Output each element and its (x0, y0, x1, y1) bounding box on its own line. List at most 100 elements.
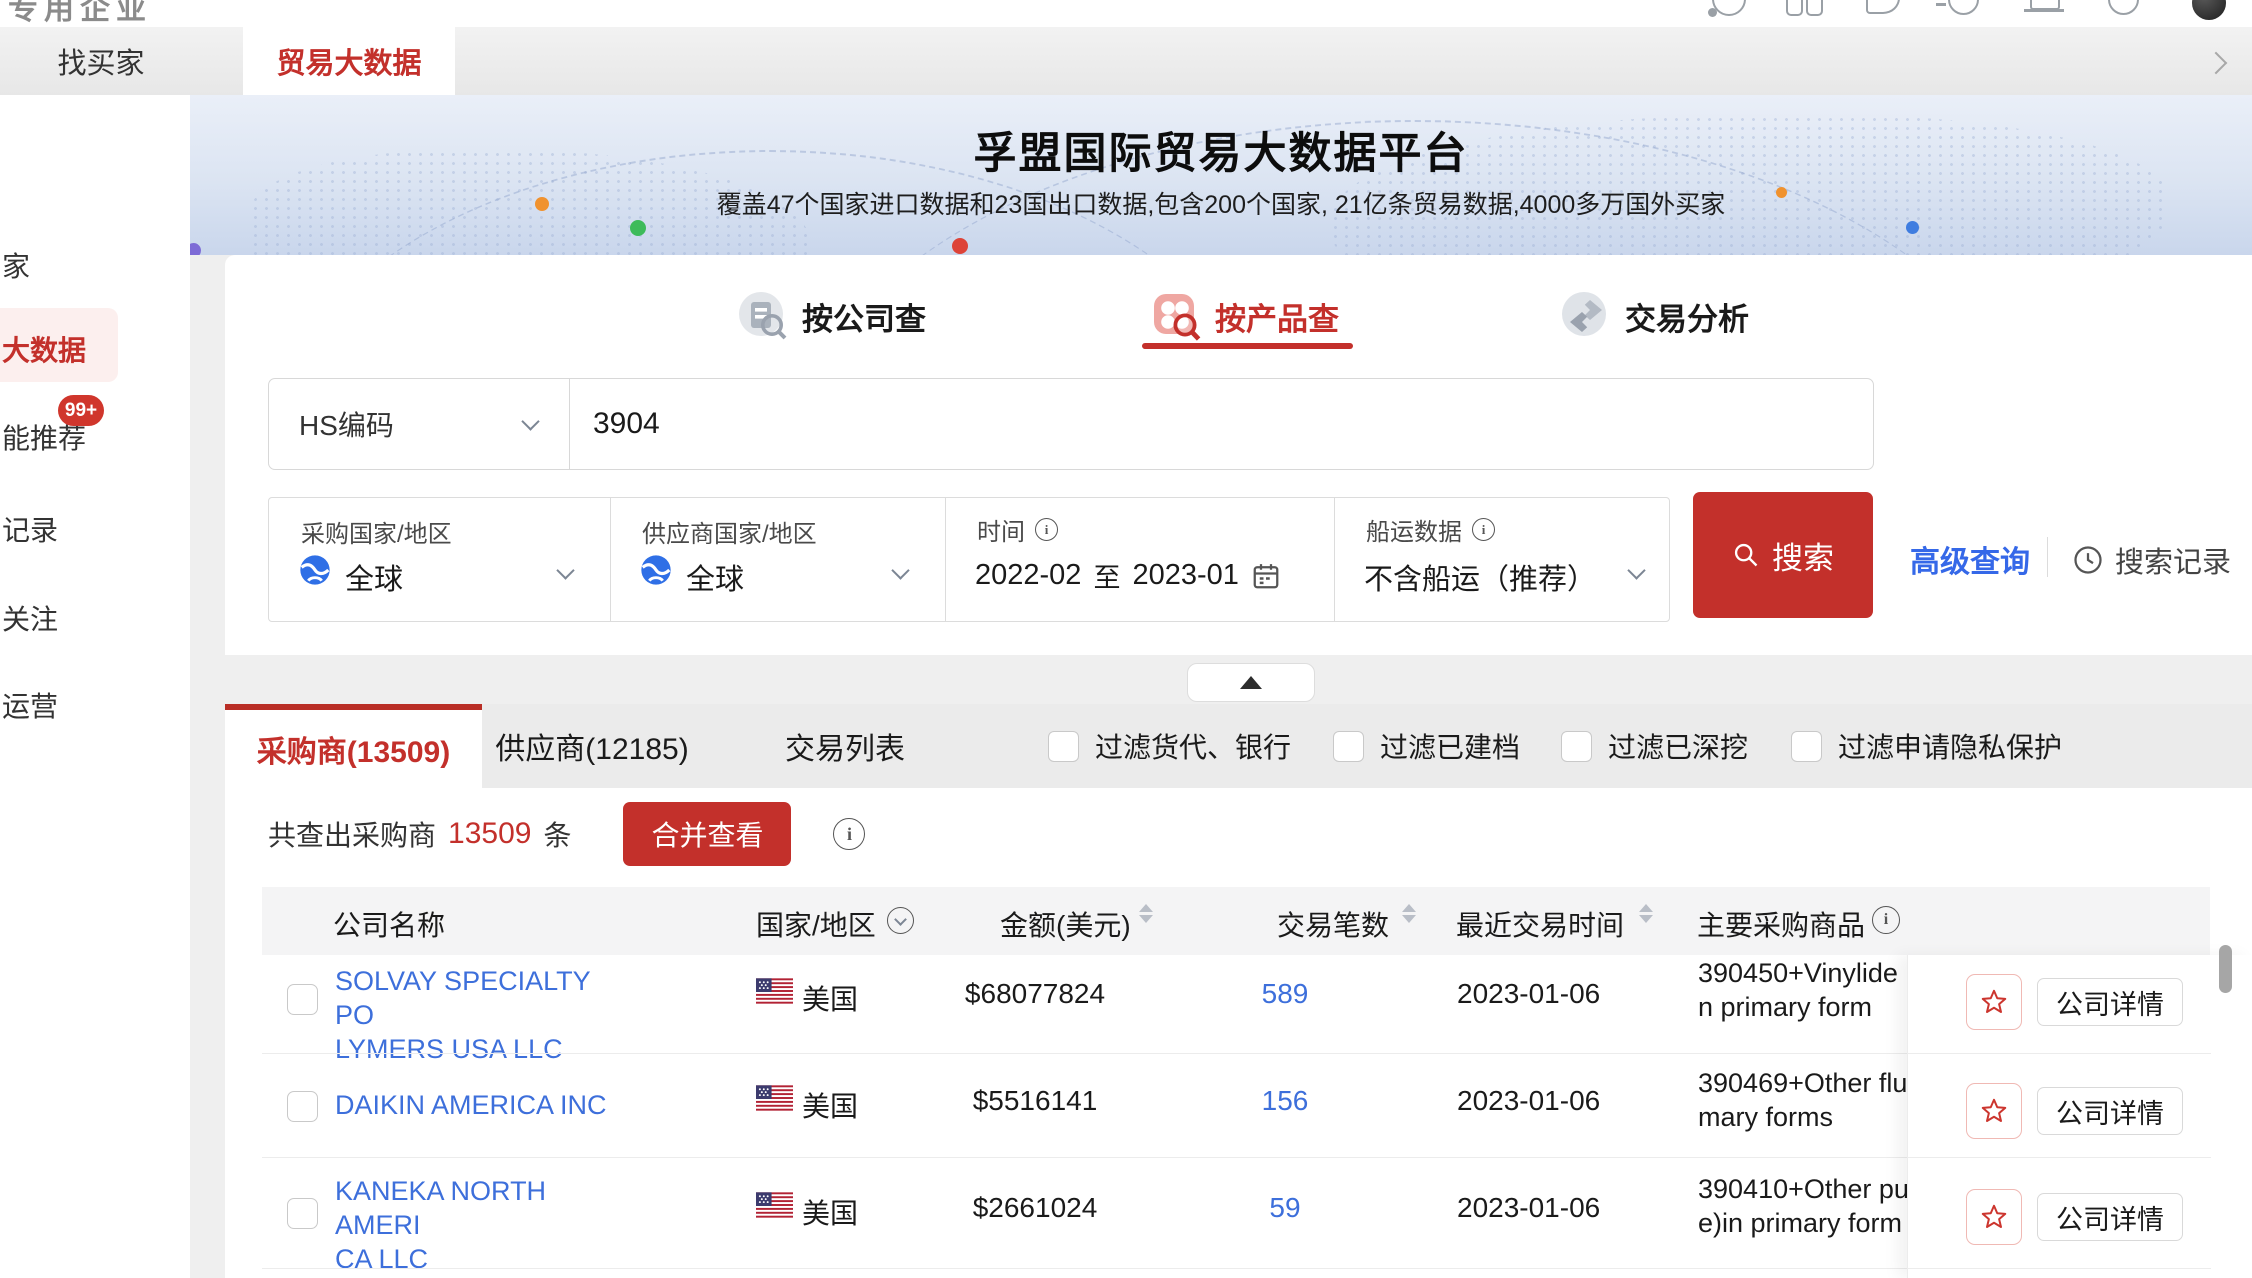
tab-trade-data[interactable]: 贸易大数据 (243, 27, 455, 95)
chevron-down-icon (1627, 561, 1645, 579)
avatar[interactable] (2192, 0, 2226, 20)
checkbox-icon[interactable] (1333, 731, 1364, 762)
apps-grid-icon[interactable] (1786, 0, 1803, 16)
sidebar-item-label: 运营 (2, 691, 58, 722)
topbar: 专用企业 (0, 0, 2252, 27)
sort-date-icon[interactable] (1639, 904, 1653, 923)
tab-suppliers[interactable]: 供应商(12185) (482, 704, 702, 788)
sidebar-item-operation[interactable]: 运营 (2, 685, 58, 725)
filter-checkbox-archived[interactable]: 过滤已建档 (1333, 704, 1520, 788)
scrollbar-thumb[interactable] (2219, 945, 2232, 993)
history-clock-icon-dash (1936, 3, 1946, 6)
table-header: 公司名称 国家/地区 金额(美元) 交易笔数 最近交易时间 主要采购商品 i (262, 887, 2210, 955)
date-separator: 至 (1093, 556, 1120, 595)
col-country: 国家/地区 (756, 904, 876, 944)
country-filter-icon[interactable] (887, 907, 914, 934)
filter-purchase-country[interactable]: 采购国家/地区 全球 (269, 498, 610, 621)
filter-checkbox-privacy[interactable]: 过滤申请隐私保护 (1791, 704, 2062, 788)
company-detail-button[interactable]: 公司详情 (2037, 1087, 2183, 1135)
sort-amount-icon[interactable] (1139, 904, 1153, 923)
search-history-link[interactable]: 搜索记录 (2073, 539, 2231, 581)
company-detail-button[interactable]: 公司详情 (2037, 978, 2183, 1026)
tab-purchasers-label: 采购商(13509) (257, 727, 450, 771)
tab-search-by-product[interactable]: 按产品查 (1150, 285, 1370, 347)
hs-code-value: 3904 (593, 407, 660, 441)
filter-time-range[interactable]: 时间 i 2022-02 至 2023-01 (945, 498, 1334, 621)
checkbox-label: 过滤申请隐私保护 (1838, 726, 2062, 766)
history-clock-icon[interactable] (1948, 0, 1979, 15)
transactions-link[interactable]: 156 (1225, 1085, 1345, 1117)
tab-transactions[interactable]: 交易列表 (755, 704, 935, 788)
row-checkbox[interactable] (287, 1198, 318, 1229)
col-amount[interactable]: 金额(美元) (1000, 904, 1131, 944)
chevron-right-icon[interactable] (2205, 52, 2228, 75)
calendar-icon[interactable] (1251, 561, 1281, 591)
amount-value: $68077824 (925, 978, 1145, 1010)
checkbox-icon[interactable] (1561, 731, 1592, 762)
search-button-label: 搜索 (1772, 533, 1834, 578)
date-from[interactable]: 2022-02 (975, 559, 1081, 592)
bell-icon-bar (2024, 9, 2064, 12)
col-transactions[interactable]: 交易笔数 (1277, 904, 1389, 944)
tab-find-buyer[interactable]: 找买家 (0, 27, 202, 95)
filter-checkbox-mined[interactable]: 过滤已深挖 (1561, 704, 1748, 788)
checkbox-icon[interactable] (1791, 731, 1822, 762)
country-label: 美国 (802, 1192, 858, 1232)
transactions-link[interactable]: 59 (1225, 1192, 1345, 1224)
date-to[interactable]: 2023-01 (1132, 559, 1238, 592)
tab-transaction-analysis[interactable]: 交易分析 (1560, 285, 1780, 347)
company-link[interactable]: DAIKIN AMERICA INC (335, 1088, 635, 1122)
advanced-query-label: 高级查询 (1910, 546, 2030, 579)
sort-transactions-icon[interactable] (1402, 904, 1416, 923)
favorite-star-button[interactable] (1966, 974, 2022, 1030)
products-info-icon[interactable]: i (1872, 906, 1900, 934)
headset-icon-dot (1708, 8, 1717, 17)
divider (2047, 537, 2048, 577)
advanced-query-link[interactable]: 高级查询 (1910, 537, 2030, 581)
info-icon[interactable]: i (833, 818, 865, 850)
result-tabs-row: 采购商(13509) 供应商(12185) 交易列表 过滤货代、银行 过滤已建档… (225, 704, 2252, 788)
star-icon (1979, 1202, 2009, 1232)
info-icon[interactable]: i (1472, 518, 1495, 541)
filter-value: 全球 (345, 556, 403, 598)
hs-type-select[interactable]: HS编码 (269, 379, 570, 469)
help-icon[interactable] (2108, 0, 2139, 15)
hs-code-input[interactable]: 3904 (569, 379, 1869, 469)
banner-subtitle: 覆盖47个国家进口数据和23国出口数据,包含200个国家, 21亿条贸易数据,4… (190, 185, 2252, 221)
amount-value: $5516141 (925, 1085, 1145, 1117)
checkbox-icon[interactable] (1048, 731, 1079, 762)
filter-checkbox-forwarders[interactable]: 过滤货代、银行 (1048, 704, 1291, 788)
sidebar-item-records[interactable]: 记录 (2, 509, 58, 549)
favorite-star-button[interactable] (1966, 1189, 2022, 1245)
search-icon (1732, 541, 1760, 569)
filter-label: 船运数据 (1366, 512, 1462, 547)
sidebar-item-buyer[interactable]: 家 (2, 245, 30, 285)
company-detail-button[interactable]: 公司详情 (2037, 1193, 2183, 1241)
merge-view-label: 合并查看 (651, 820, 763, 851)
tab-search-by-company[interactable]: 按公司查 (737, 285, 957, 347)
active-tab-underline (1142, 343, 1353, 349)
headset-icon[interactable] (1712, 0, 1746, 16)
info-icon[interactable]: i (1035, 518, 1058, 541)
chat-icon[interactable] (1866, 0, 1900, 14)
sidebar-item-follow[interactable]: 关注 (2, 598, 58, 638)
col-last-date[interactable]: 最近交易时间 (1456, 904, 1624, 944)
row-checkbox[interactable] (287, 984, 318, 1015)
merge-view-button[interactable]: 合并查看 (623, 802, 791, 866)
tab-purchasers[interactable]: 采购商(13509) (225, 704, 482, 788)
product-search-icon (1150, 290, 1202, 342)
collapse-button[interactable] (1187, 663, 1315, 702)
sidebar-item-bigdata[interactable]: 大数据 (2, 329, 86, 369)
search-button[interactable]: 搜索 (1693, 492, 1873, 618)
row-checkbox[interactable] (287, 1091, 318, 1122)
company-link[interactable]: SOLVAY SPECIALTY PO LYMERS USA LLC (335, 964, 635, 1066)
transactions-link[interactable]: 589 (1225, 978, 1345, 1010)
apps-grid-icon-2[interactable] (1806, 0, 1823, 16)
filter-shipping-data[interactable]: 船运数据 i 不含船运（推荐） (1334, 498, 1669, 621)
filter-supplier-country[interactable]: 供应商国家/地区 全球 (610, 498, 945, 621)
favorite-star-button[interactable] (1966, 1083, 2022, 1139)
company-link[interactable]: KANEKA NORTH AMERI CA LLC (335, 1174, 635, 1276)
filter-label: 时间 (977, 512, 1025, 547)
company-detail-label: 公司详情 (2056, 1198, 2164, 1237)
checkbox-label: 过滤已深挖 (1608, 726, 1748, 766)
